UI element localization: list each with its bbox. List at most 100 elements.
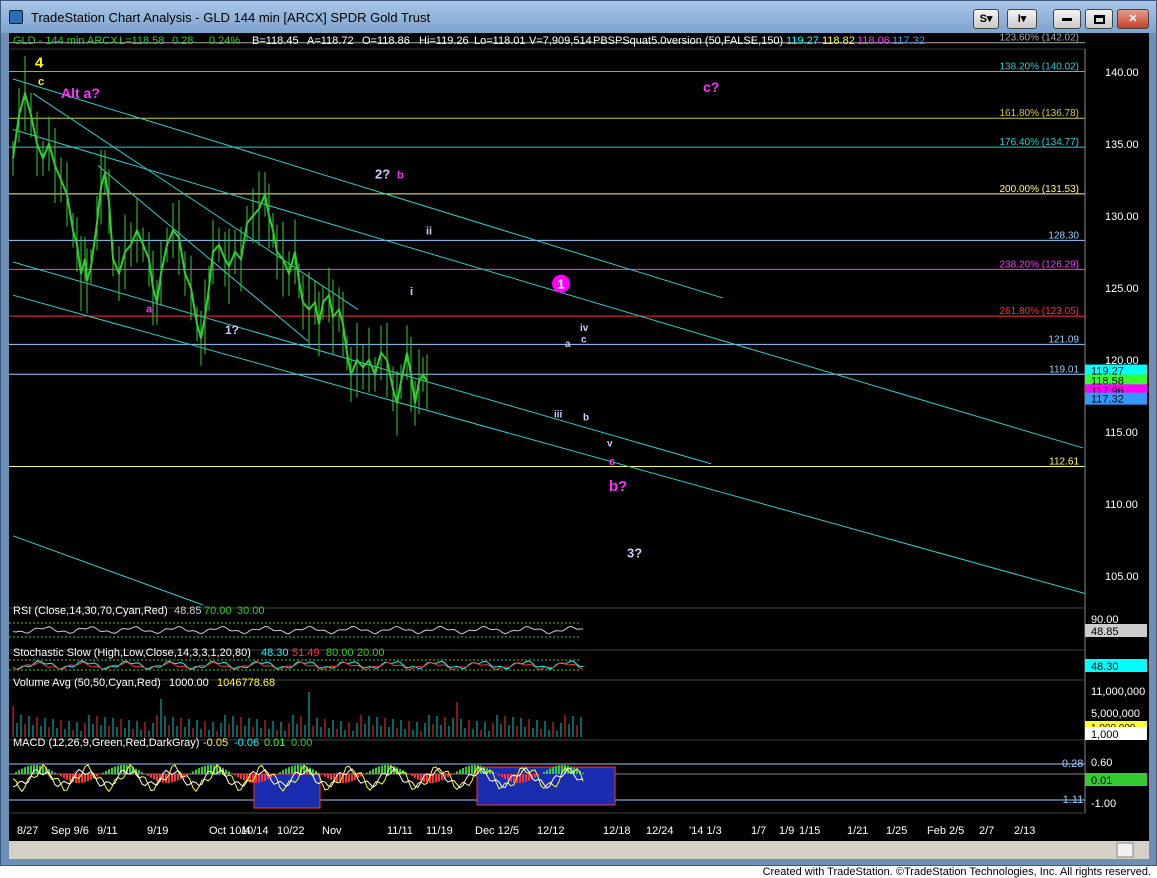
rsi-oversold: 30.00 xyxy=(237,605,265,617)
wave-label-6: ii xyxy=(426,226,432,238)
wave-label-4: 2? xyxy=(375,166,390,181)
wave-label-10: iv xyxy=(580,323,589,334)
footer-credit: Created with TradeStation. ©TradeStation… xyxy=(762,866,1151,878)
time-label-9: 11/19 xyxy=(426,825,453,837)
rsi-badge-text: 48.85 xyxy=(1091,626,1119,638)
wave-label-12: a xyxy=(565,339,571,350)
wave-label-2: Alt a? xyxy=(61,85,100,101)
rsi-overbought: 70.00 xyxy=(204,605,232,617)
title-bar: TradeStation Chart Analysis - GLD 144 mi… xyxy=(1,1,1156,33)
wave-label-1: c xyxy=(38,76,44,88)
price-tick-6: 135.00 xyxy=(1105,139,1139,151)
fib-label-10: 112.61 xyxy=(1049,457,1079,468)
rsi-label: RSI (Close,14,30,70,Cyan,Red) xyxy=(13,605,168,617)
s-label: S xyxy=(979,13,987,25)
header-study-value-4: 117.32 xyxy=(892,35,925,47)
macd-value-4: 0.00 xyxy=(291,737,312,749)
wave-label-9: 1? xyxy=(225,323,239,337)
volume-value-2: 1046778.68 xyxy=(217,677,275,689)
header-percent: 0.24% xyxy=(209,35,240,47)
time-label-12: 12/18 xyxy=(603,825,631,837)
wave-annotations: 4cAlt a? c?2? biiia1? ivcaiii bvcb?3?1 xyxy=(35,54,719,560)
time-label-1: Sep 9/6 xyxy=(51,825,89,837)
rsi-value: 48.85 xyxy=(174,605,202,617)
header-high: Hi=119.26 xyxy=(419,35,469,47)
minimize-icon xyxy=(1062,17,1072,21)
indicator-panes xyxy=(9,607,1085,814)
close-button[interactable]: ✕ xyxy=(1117,9,1149,29)
macd-value-3: 0.01 xyxy=(264,737,285,749)
wave-label-13: iii xyxy=(554,410,563,421)
time-label-10: Dec 12/5 xyxy=(475,825,519,837)
time-label-0: 8/27 xyxy=(17,825,38,837)
header-open: O=118.86 xyxy=(362,35,410,47)
header-study-value-2: 118.82 xyxy=(822,35,855,47)
header-study-value-3: 118.06 xyxy=(857,35,890,47)
price-axis: 105.00110.00115.00120.00125.00130.00135.… xyxy=(1084,49,1147,813)
volume-axis-mid: 5,000,000 xyxy=(1091,708,1140,720)
wave-label-17: b? xyxy=(609,478,627,495)
horizontal-scrollbar[interactable] xyxy=(9,841,1149,859)
macd-badge-text: 0.01 xyxy=(1091,775,1112,787)
macd-tick-top: 0.60 xyxy=(1091,757,1112,769)
rsi-line xyxy=(12,625,584,635)
time-label-22: 2/13 xyxy=(1014,825,1035,837)
fib-label-0: 123.60% (142.02) xyxy=(999,33,1079,44)
app-window: TradeStation Chart Analysis - GLD 144 mi… xyxy=(0,0,1157,866)
chart-area[interactable]: 123.60% (142.02) 138.20% (140.02) 161.80% … xyxy=(9,33,1149,859)
price-series xyxy=(12,55,428,436)
price-tick-7: 140.00 xyxy=(1105,67,1139,79)
macd-highlight-box-1 xyxy=(253,773,321,809)
wave-label-0: 4 xyxy=(35,54,44,71)
volume-axis-top: 11,000,000 xyxy=(1091,686,1145,698)
volume-badge-b-text: 1,000 xyxy=(1091,729,1119,741)
price-tick-4: 125.00 xyxy=(1105,283,1139,295)
scroll-thumb[interactable] xyxy=(1116,842,1134,858)
time-label-15: 1/7 xyxy=(751,825,766,837)
trend-channel-lines xyxy=(12,78,1086,606)
tradestation-app-icon xyxy=(9,10,23,24)
wave-label-18: 3? xyxy=(627,545,642,560)
price-line xyxy=(12,89,428,404)
close-icon: ✕ xyxy=(1128,13,1138,25)
minimize-button[interactable] xyxy=(1053,9,1081,29)
time-label-19: 1/25 xyxy=(886,825,907,837)
fib-label-1: 138.20% (140.02) xyxy=(999,62,1079,73)
symbol-link-i-button[interactable]: I▾ xyxy=(1007,9,1037,29)
time-label-16: 1/9 xyxy=(779,825,794,837)
header-ask: A=118.72 xyxy=(307,35,354,47)
chart-canvas[interactable]: 123.60% (142.02) 138.20% (140.02) 161.80% … xyxy=(9,33,1149,859)
stoch-k-line xyxy=(12,660,584,670)
volume-label: Volume Avg (50,50,Cyan,Red) xyxy=(13,677,161,689)
stoch-value-d: 51.49 xyxy=(292,647,320,659)
footer: Created with TradeStation. ©TradeStation… xyxy=(0,866,1157,878)
fib-label-9: 119.01 xyxy=(1049,364,1079,375)
window-title: TradeStation Chart Analysis - GLD 144 mi… xyxy=(31,10,431,25)
time-label-13: 12/24 xyxy=(646,825,674,837)
channel-line-2 xyxy=(12,261,712,465)
maximize-button[interactable] xyxy=(1085,9,1113,29)
macd-line-top-label: 0.28 xyxy=(1062,758,1083,770)
price-tick-1: 110.00 xyxy=(1105,499,1138,511)
time-label-11: 12/12 xyxy=(537,825,565,837)
stoch-value-k: 48.30 xyxy=(261,647,289,659)
wave-label-7: i xyxy=(410,286,413,298)
wave-label-15: v xyxy=(607,438,613,449)
time-label-6: 10/22 xyxy=(277,825,305,837)
macd-line-bottom-label: -1.11 xyxy=(1059,794,1083,806)
price-tick-2: 115.00 xyxy=(1105,427,1138,439)
fib-label-7: 261.80% (123.05) xyxy=(999,306,1079,317)
wave-label-11: c xyxy=(581,335,587,346)
macd-value-2: -0.06 xyxy=(234,737,259,749)
i-arrow-icon: ▾ xyxy=(1020,13,1027,25)
maximize-icon xyxy=(1093,14,1105,24)
fib-label-5: 128.30 xyxy=(1048,230,1079,241)
header-symbol: GLD - 144 min ARCX xyxy=(13,35,118,47)
fib-label-2: 161.80% (136.78) xyxy=(999,108,1079,119)
symbol-link-s-button[interactable]: S▾ xyxy=(973,9,999,29)
price-tick-5: 130.00 xyxy=(1105,211,1139,223)
time-axis: 8/27 Sep 9/6 9/11 9/19 Oct 10/410/14 10/22 Nov… xyxy=(17,825,1035,837)
time-label-17: 1/15 xyxy=(799,825,820,837)
fib-label-4: 200.00% (131.53) xyxy=(999,184,1079,195)
channel-line-3 xyxy=(12,294,1086,594)
